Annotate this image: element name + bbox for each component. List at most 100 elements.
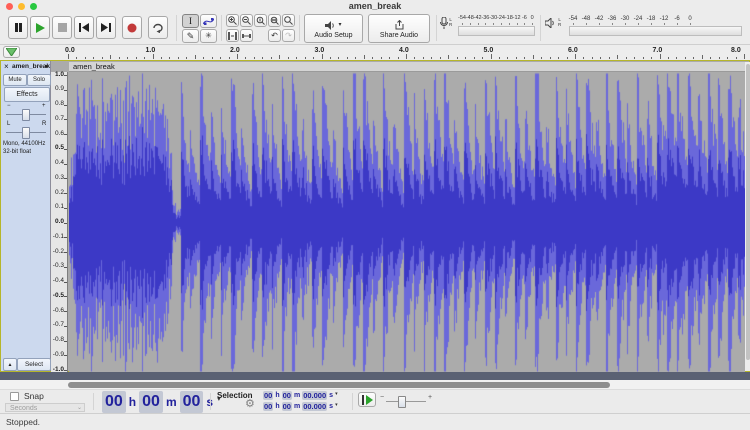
mute-button[interactable]: Mute [3, 74, 27, 86]
ibeam-icon: I [189, 15, 192, 26]
close-track-button[interactable]: × [4, 63, 9, 71]
time-digit-group[interactable]: 00 [281, 402, 292, 411]
timeline-tick [135, 57, 137, 59]
clip-title: amen_break [73, 62, 115, 71]
horizontal-scrollbar[interactable] [0, 380, 750, 390]
dropdown-caret-icon: ▾ [338, 22, 342, 28]
snap-mode-dropdown[interactable]: Seconds ⌄ [5, 403, 85, 412]
meter-scale-label: -54 [568, 16, 578, 22]
pencil-icon: ✎ [186, 30, 195, 41]
vruler-tick [64, 252, 67, 253]
selection-start-field[interactable]: 00 h 00 m 00.000 s ▾ [262, 390, 338, 401]
timeline-label: 5.0 [483, 47, 494, 54]
time-format-caret-icon[interactable]: ▾ [335, 402, 338, 408]
timeline-tick [583, 57, 585, 59]
undo-button[interactable]: ↶ [268, 29, 281, 42]
timeline-tick [76, 57, 78, 59]
silence-audio-button[interactable] [240, 29, 253, 42]
meter-level-bar [569, 26, 742, 36]
stop-button[interactable] [52, 16, 72, 39]
vruler-tick [64, 370, 67, 371]
select-track-button[interactable]: Select [17, 358, 51, 371]
vruler-tick [64, 148, 67, 150]
meter-scale-label: -48 [465, 15, 474, 21]
selection-end-field[interactable]: 00 h 00 m 00.000 s ▾ [262, 401, 338, 412]
fit-selection-button[interactable] [254, 14, 267, 27]
solo-button[interactable]: Solo [27, 74, 51, 86]
time-digit-group[interactable]: 00 [139, 390, 163, 413]
zoom-toggle-icon [284, 16, 293, 25]
audio-setup-button[interactable]: ▾ Audio Setup [304, 14, 363, 43]
multi-tool-button[interactable]: ✳ [200, 29, 217, 43]
effects-button[interactable]: Effects [4, 87, 50, 102]
clip-title-bar[interactable]: amen_break [69, 62, 745, 72]
time-digit-group[interactable]: 00 [263, 391, 274, 400]
time-digit-group[interactable]: 00 [102, 390, 126, 413]
timeline-tick [642, 57, 644, 59]
timeline-tick [549, 57, 551, 59]
vruler-label: -0.8 [52, 336, 64, 343]
time-digit-group[interactable]: 00 [281, 391, 292, 400]
zoom-toggle-button[interactable] [282, 14, 295, 27]
timeline-tick [313, 57, 315, 59]
timeline-tick [203, 57, 205, 59]
skip-to-start-button[interactable] [74, 16, 94, 39]
meter-scale-tick [516, 23, 518, 25]
draw-tool-button[interactable]: ✎ [182, 29, 199, 43]
timeline-label: 0.0 [65, 47, 75, 54]
fit-project-button[interactable] [268, 14, 281, 27]
record-button[interactable] [122, 16, 142, 39]
vruler-tick [64, 266, 67, 268]
recording-meter[interactable]: LR -54 -48 -42 -36 -30 -24 -18 -12 -6 0 [440, 15, 535, 41]
play-at-speed-button[interactable] [358, 392, 376, 407]
speaker-icon [325, 20, 335, 30]
meter-scale-tick [638, 23, 639, 25]
vertical-scrollbar[interactable] [745, 62, 750, 371]
timeline-label: 8.0 [731, 47, 741, 54]
timeline-ruler[interactable]: 0.0 1.0 2.0 3.0 4.0 5.0 6.0 7.0 8.0 [0, 45, 750, 60]
selection-tool-button[interactable]: I [182, 14, 199, 28]
pan-slider[interactable] [22, 127, 30, 139]
collapse-track-button[interactable]: ▲ [3, 358, 17, 371]
time-digit-group[interactable]: 00 [179, 390, 204, 413]
timeline-label: 7.0 [652, 47, 663, 54]
gain-slider[interactable] [22, 109, 30, 121]
vruler-tick [64, 237, 67, 239]
timeline-tick [482, 57, 484, 59]
timeline-tick [448, 55, 450, 59]
vertical-scale-ruler[interactable]: 1.0 0.9 0.8 0.7 0.6 0.5 0.4 0.3 0.2 0.1 0.0 -0.1 -0.… [51, 71, 68, 373]
loop-button[interactable] [148, 16, 168, 39]
audio-position-display[interactable]: 00h00m00s▾ [101, 390, 221, 413]
playback-speed-slider[interactable] [398, 396, 406, 408]
timeline-tick [566, 57, 568, 59]
envelope-tool-button[interactable] [200, 14, 217, 28]
vertical-scrollbar-thumb[interactable] [746, 64, 750, 360]
pause-button[interactable] [8, 16, 28, 39]
microphone-icon [440, 17, 448, 29]
share-audio-button[interactable]: Share Audio [368, 14, 430, 43]
timeline-tick [144, 57, 146, 59]
trim-audio-button[interactable] [226, 29, 239, 42]
time-format-caret-icon[interactable]: ▾ [335, 391, 338, 397]
time-digit-group[interactable]: 00.000 [302, 402, 328, 411]
zoom-out-button[interactable] [240, 14, 253, 27]
timeline-scale[interactable]: 0.0 1.0 2.0 3.0 4.0 5.0 6.0 7.0 8.0 [0, 45, 750, 60]
playback-meter[interactable]: LR -54 -48 -42 -36 -30 -24 -18 -12 -6 0 [545, 15, 745, 41]
track-menu-caret-icon[interactable]: ▼ [44, 65, 49, 70]
play-button[interactable] [30, 16, 50, 39]
time-digit-group[interactable]: 00.000 [302, 391, 328, 400]
skip-to-end-button[interactable] [96, 16, 116, 39]
waveform-canvas[interactable] [69, 72, 745, 373]
trim-audio-icon [228, 31, 237, 40]
redo-button[interactable]: ↷ [282, 29, 295, 42]
snap-checkbox[interactable] [10, 392, 19, 401]
timeline-tick [422, 57, 424, 59]
meter-scale-tick [664, 23, 665, 25]
time-unit-label: h [275, 403, 280, 410]
time-digit-group[interactable]: 00 [263, 402, 274, 411]
selection-gear-icon[interactable]: ⚙ [245, 399, 255, 410]
zoom-in-button[interactable] [226, 14, 239, 27]
meter-scale-label: -18 [646, 16, 656, 22]
horizontal-scrollbar-thumb[interactable] [68, 382, 610, 388]
vruler-label: -0.9 [52, 350, 64, 358]
